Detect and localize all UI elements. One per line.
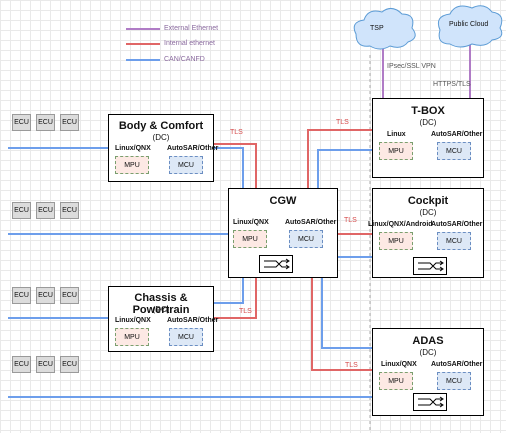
adas-switch-icon bbox=[413, 393, 447, 411]
legend-can-label: CAN/CANFD bbox=[164, 56, 205, 63]
chassis-powertrain-box: Chassis & Powertrain (DC) Linux/QNX Auto… bbox=[108, 286, 218, 352]
cockpit-sub: (DC) bbox=[419, 208, 437, 217]
tbox-os-right: AutoSAR/Other bbox=[431, 131, 483, 138]
cockpit-os-left: Linux/QNX/Android bbox=[368, 221, 433, 228]
adas-sub: (DC) bbox=[419, 348, 437, 357]
tsp-label: TSP bbox=[370, 25, 384, 32]
cgw-title: CGW bbox=[269, 195, 297, 207]
chassis-os-right: AutoSAR/Other bbox=[167, 317, 219, 324]
chassis-mcu: MCU bbox=[169, 328, 203, 346]
cockpit-box: Cockpit (DC) Linux/QNX/Android AutoSAR/O… bbox=[368, 188, 484, 278]
cgw-box: CGW Linux/QNX AutoSAR/Other MPU MCU bbox=[228, 188, 338, 278]
can-cgw-tbox bbox=[317, 149, 372, 188]
ecu-1-2: ECU bbox=[36, 114, 55, 131]
cgw-switch-icon bbox=[259, 255, 293, 273]
ecu-2-3: ECU bbox=[60, 202, 79, 219]
tls-label-cockpit: TLS bbox=[344, 217, 357, 224]
cockpit-title: Cockpit bbox=[407, 195, 449, 207]
adas-os-left: Linux/QNX bbox=[381, 361, 417, 368]
tbox-title: T-BOX bbox=[411, 105, 445, 117]
tbox-mpu: MPU bbox=[379, 142, 413, 160]
chassis-sub: (DC) bbox=[152, 305, 170, 314]
body-os-right: AutoSAR/Other bbox=[167, 145, 219, 152]
ecu-4-2: ECU bbox=[36, 356, 55, 373]
body-os-left: Linux/QNX bbox=[115, 145, 151, 152]
ecu-1-3: ECU bbox=[60, 114, 79, 131]
ecu-1-1: ECU bbox=[12, 114, 31, 131]
body-mpu: MPU bbox=[115, 156, 149, 174]
can-body-cgw bbox=[214, 147, 244, 188]
tbox-os-left: Linux bbox=[387, 131, 406, 138]
tls-label-tbox: TLS bbox=[336, 119, 349, 126]
cgw-mcu: MCU bbox=[289, 230, 323, 248]
body-mcu: MCU bbox=[169, 156, 203, 174]
chassis-os-left: Linux/QNX bbox=[115, 317, 151, 324]
cgw-os-right: AutoSAR/Other bbox=[285, 219, 337, 226]
chassis-mpu: MPU bbox=[115, 328, 149, 346]
adas-box: ADAS (DC) Linux/QNX AutoSAR/Other MPU MC… bbox=[372, 328, 484, 416]
tls-label-body: TLS bbox=[230, 129, 243, 136]
body-comfort-box: Body & Comfort (DC) Linux/QNX AutoSAR/Ot… bbox=[108, 114, 218, 182]
cgw-os-left: Linux/QNX bbox=[233, 219, 269, 226]
vpn-label: IPsec/SSL VPN bbox=[387, 63, 436, 70]
ecu-4-1: ECU bbox=[12, 356, 31, 373]
ecu-3-3: ECU bbox=[60, 287, 79, 304]
legend-external-label: External Ethernet bbox=[164, 25, 219, 32]
eth-body-cgw bbox=[214, 143, 257, 188]
https-label: HTTPS/TLS bbox=[433, 81, 471, 88]
cockpit-os-right: AutoSAR/Other bbox=[431, 221, 483, 228]
tbox-sub: (DC) bbox=[419, 118, 437, 127]
cockpit-mpu: MPU bbox=[379, 232, 413, 250]
tbox-mcu: MCU bbox=[437, 142, 471, 160]
adas-title: ADAS bbox=[412, 335, 444, 347]
body-sub: (DC) bbox=[152, 133, 170, 142]
tbox-box: T-BOX (DC) Linux AutoSAR/Other MPU MCU bbox=[372, 98, 484, 178]
can-cgw-adas bbox=[321, 278, 372, 349]
body-title: Body & Comfort bbox=[118, 120, 204, 132]
adas-mcu: MCU bbox=[437, 372, 471, 390]
ecu-2-1: ECU bbox=[12, 202, 31, 219]
public-cloud-label: Public Cloud bbox=[449, 21, 489, 28]
tls-label-adas: TLS bbox=[345, 362, 358, 369]
legend-internal-label: Internal ethernet bbox=[164, 40, 215, 47]
ecu-4-3: ECU bbox=[60, 356, 79, 373]
ecu-2-2: ECU bbox=[36, 202, 55, 219]
adas-os-right: AutoSAR/Other bbox=[431, 361, 483, 368]
cockpit-mcu: MCU bbox=[437, 232, 471, 250]
adas-mpu: MPU bbox=[379, 372, 413, 390]
tsp-cloud bbox=[353, 8, 416, 50]
can-chassis-cgw bbox=[214, 278, 244, 304]
cgw-mpu: MPU bbox=[233, 230, 267, 248]
ecu-3-1: ECU bbox=[12, 287, 31, 304]
ecu-3-2: ECU bbox=[36, 287, 55, 304]
cockpit-switch-icon bbox=[413, 257, 447, 275]
tls-label-chassis: TLS bbox=[239, 308, 252, 315]
